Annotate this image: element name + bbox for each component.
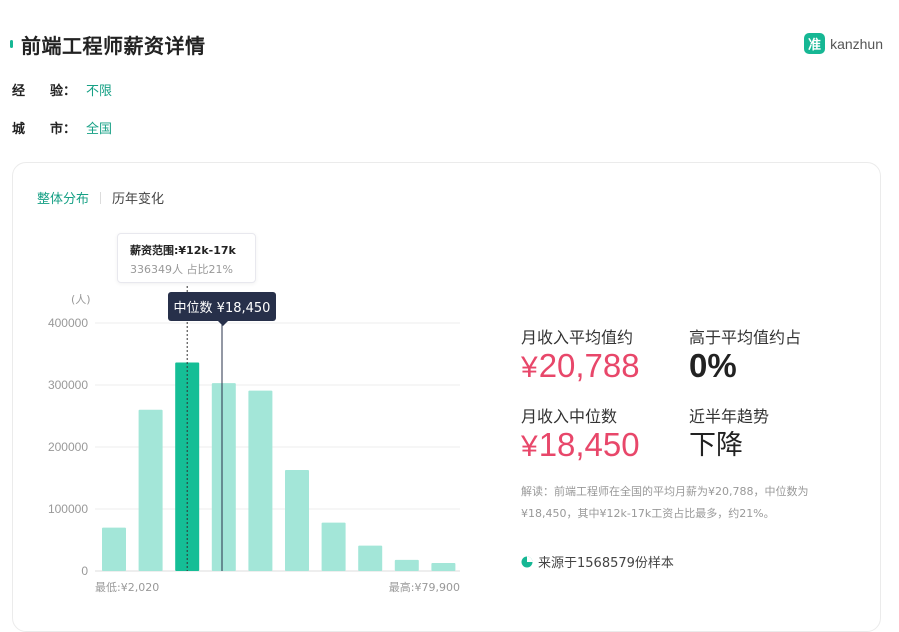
- header: 前端工程师薪资详情: [10, 31, 206, 58]
- y-tick-label: 400000: [48, 316, 88, 330]
- histogram-bar: [358, 545, 383, 571]
- y-tick-label: 300000: [48, 378, 88, 392]
- logo-text: kanzhun: [830, 35, 883, 52]
- logo-badge-icon: 准: [804, 33, 826, 54]
- histogram-bar: [138, 409, 163, 571]
- stat-average-label: 月收入平均值约: [521, 328, 634, 347]
- stat-average: 月收入平均值约 ¥20,788: [521, 324, 640, 386]
- salary-card: 整体分布 历年变化 (人) 0 100000 200000 300000 400000 最低…: [12, 162, 881, 632]
- median-tag: 中位数 ¥18,450: [168, 292, 276, 326]
- salary-histogram: (人) 0 100000 200000 300000 400000 最低:¥2,020 最高:…: [48, 286, 460, 594]
- chart-tooltip: 薪资范围:¥12k-17k 336349人 占比21%: [117, 233, 256, 283]
- page-title: 前端工程师薪资详情: [21, 33, 206, 58]
- histogram-bar: [211, 383, 236, 571]
- histogram-bar: [285, 469, 309, 571]
- histogram-bar: [102, 527, 126, 571]
- stat-median-label: 月收入中位数: [521, 407, 618, 426]
- stat-above-label: 高于平均值约占: [689, 328, 802, 347]
- filter-value-experience[interactable]: 不限: [86, 80, 112, 99]
- stat-trend: 近半年趋势 下降: [689, 403, 769, 464]
- interpretation-note: 解读：前端工程师在全国的平均月薪为¥20,788，中位数为 ¥18,450，其中…: [521, 485, 809, 520]
- tooltip-subtitle: 336349人 占比21%: [130, 263, 233, 276]
- x-min-label: 最低:¥2,020: [95, 581, 159, 594]
- histogram-bar: [431, 562, 456, 571]
- histogram-bar: [321, 522, 346, 571]
- y-tick-label: 200000: [48, 440, 88, 454]
- filter-label-city: 城市：: [12, 122, 76, 137]
- y-axis-label: (人): [71, 293, 91, 306]
- filter-experience: 经验： 不限: [12, 80, 112, 99]
- filter-value-city[interactable]: 全国: [86, 118, 112, 137]
- pie-chart-icon: [521, 556, 533, 567]
- y-tick-label: 100000: [48, 502, 88, 516]
- stat-median: 月收入中位数 ¥18,450: [521, 403, 640, 465]
- y-tick-label: 0: [81, 564, 88, 578]
- stat-trend-label: 近半年趋势: [689, 407, 770, 426]
- stat-trend-value: 下降: [689, 430, 743, 461]
- stat-average-value: ¥20,788: [521, 347, 640, 385]
- stat-above-value: 0%: [689, 347, 737, 384]
- filter-city: 城市： 全国: [12, 118, 112, 137]
- filter-label-experience: 经验：: [12, 84, 76, 99]
- histogram-bar: [248, 390, 273, 571]
- x-max-label: 最高:¥79,900: [389, 580, 460, 594]
- stat-median-value: ¥18,450: [521, 426, 640, 464]
- stat-above-average: 高于平均值约占 0%: [689, 324, 801, 384]
- tooltip-title: 薪资范围:¥12k-17k: [130, 244, 236, 257]
- sample-source: 来源于1568579份样本: [521, 552, 674, 571]
- histogram-bar: [394, 559, 419, 571]
- title-accent-mark: [10, 40, 13, 48]
- kanzhun-logo[interactable]: 准 kanzhun: [804, 33, 883, 54]
